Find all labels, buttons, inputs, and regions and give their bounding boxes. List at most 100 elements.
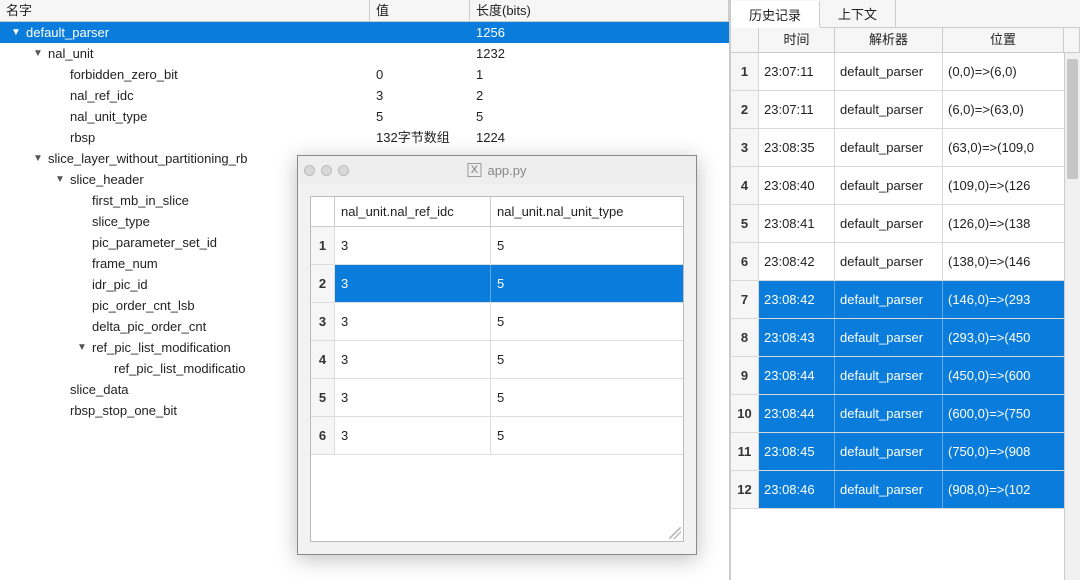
- history-row-index: 4: [731, 167, 759, 204]
- tree-header-value[interactable]: 值: [370, 0, 470, 21]
- scrollbar-vertical[interactable]: [1064, 53, 1080, 580]
- popup-header-col2[interactable]: nal_unit.nal_unit_type: [491, 197, 683, 226]
- popup-row-index: 1: [311, 227, 335, 264]
- popup-row-index: 3: [311, 303, 335, 340]
- tree-header-name[interactable]: 名字: [0, 0, 370, 21]
- tabs: 历史记录 上下文: [731, 0, 1080, 28]
- chevron-down-icon[interactable]: ▼: [10, 22, 22, 43]
- tree-row[interactable]: ▼nal_unit1232: [0, 43, 729, 64]
- popup-row-c2: 5: [491, 341, 683, 378]
- history-row-index: 3: [731, 129, 759, 166]
- history-row-index: 6: [731, 243, 759, 280]
- history-row-position: (750,0)=>(908: [943, 433, 1080, 470]
- chevron-down-icon[interactable]: ▼: [32, 148, 44, 169]
- history-row-position: (6,0)=>(63,0): [943, 91, 1080, 128]
- history-row-parser: default_parser: [835, 319, 943, 356]
- tree-node-value: [370, 22, 470, 43]
- history-row[interactable]: 823:08:43default_parser(293,0)=>(450: [731, 319, 1080, 357]
- tree-row[interactable]: ▼rbsp132字节数组1224: [0, 127, 729, 148]
- tree-node-name: nal_unit_type: [66, 106, 147, 127]
- popup-row-c1: 3: [335, 379, 491, 416]
- popup-row-index: 5: [311, 379, 335, 416]
- popup-row[interactable]: 335: [311, 303, 683, 341]
- tree-node-name: delta_pic_order_cnt: [88, 316, 206, 337]
- history-row-time: 23:08:44: [759, 395, 835, 432]
- chevron-down-icon[interactable]: ▼: [76, 337, 88, 358]
- history-row-parser: default_parser: [835, 53, 943, 90]
- history-row-position: (109,0)=>(126: [943, 167, 1080, 204]
- history-row[interactable]: 1023:08:44default_parser(600,0)=>(750: [731, 395, 1080, 433]
- history-row-time: 23:08:40: [759, 167, 835, 204]
- history-row[interactable]: 323:08:35default_parser(63,0)=>(109,0: [731, 129, 1080, 167]
- tree-node-length: 1232: [470, 43, 729, 64]
- tree-row[interactable]: ▼forbidden_zero_bit01: [0, 64, 729, 85]
- tree-node-length: 1256: [470, 22, 729, 43]
- popup-header-index[interactable]: [311, 197, 335, 226]
- tree-header-length[interactable]: 长度(bits): [470, 0, 729, 21]
- history-row[interactable]: 623:08:42default_parser(138,0)=>(146: [731, 243, 1080, 281]
- popup-row[interactable]: 535: [311, 379, 683, 417]
- history-row[interactable]: 523:08:41default_parser(126,0)=>(138: [731, 205, 1080, 243]
- tree-node-value: [370, 43, 470, 64]
- history-row-position: (126,0)=>(138: [943, 205, 1080, 242]
- history-row-parser: default_parser: [835, 167, 943, 204]
- history-row-position: (63,0)=>(109,0: [943, 129, 1080, 166]
- popup-titlebar[interactable]: X app.py: [298, 156, 696, 184]
- window-minimize-icon[interactable]: [321, 165, 332, 176]
- history-row[interactable]: 123:07:11default_parser(0,0)=>(6,0): [731, 53, 1080, 91]
- history-row-index: 9: [731, 357, 759, 394]
- history-row[interactable]: 1123:08:45default_parser(750,0)=>(908: [731, 433, 1080, 471]
- popup-row[interactable]: 135: [311, 227, 683, 265]
- tree-row[interactable]: ▼nal_unit_type55: [0, 106, 729, 127]
- history-row-parser: default_parser: [835, 433, 943, 470]
- tree-node-value: 3: [370, 85, 470, 106]
- tree-node-name: slice_type: [88, 211, 150, 232]
- history-row-parser: default_parser: [835, 205, 943, 242]
- history-row-index: 1: [731, 53, 759, 90]
- history-row[interactable]: 1223:08:46default_parser(908,0)=>(102: [731, 471, 1080, 509]
- tree-node-name: pic_order_cnt_lsb: [88, 295, 195, 316]
- popup-window[interactable]: X app.py nal_unit.nal_ref_idc nal_unit.n…: [297, 155, 697, 555]
- popup-row[interactable]: 235: [311, 265, 683, 303]
- history-header-position[interactable]: 位置: [943, 28, 1064, 52]
- popup-row[interactable]: 435: [311, 341, 683, 379]
- popup-title: app.py: [487, 163, 526, 178]
- popup-header-col1[interactable]: nal_unit.nal_ref_idc: [335, 197, 491, 226]
- tree-node-name: idr_pic_id: [88, 274, 148, 295]
- history-row-time: 23:08:35: [759, 129, 835, 166]
- popup-row-c1: 3: [335, 303, 491, 340]
- tree-row[interactable]: ▼nal_ref_idc32: [0, 85, 729, 106]
- history-row-time: 23:08:42: [759, 243, 835, 280]
- window-zoom-icon[interactable]: [338, 165, 349, 176]
- history-header-parser[interactable]: 解析器: [835, 28, 943, 52]
- history-header-time[interactable]: 时间: [759, 28, 835, 52]
- history-row[interactable]: 723:08:42default_parser(146,0)=>(293: [731, 281, 1080, 319]
- history-row-time: 23:08:45: [759, 433, 835, 470]
- tree-node-value: 5: [370, 106, 470, 127]
- tab-history[interactable]: 历史记录: [731, 1, 820, 28]
- history-row-parser: default_parser: [835, 281, 943, 318]
- history-row[interactable]: 423:08:40default_parser(109,0)=>(126: [731, 167, 1080, 205]
- history-row-index: 7: [731, 281, 759, 318]
- history-row[interactable]: 923:08:44default_parser(450,0)=>(600: [731, 357, 1080, 395]
- tree-node-name: slice_layer_without_partitioning_rb: [44, 148, 247, 169]
- tab-context[interactable]: 上下文: [820, 0, 896, 27]
- history-body[interactable]: 123:07:11default_parser(0,0)=>(6,0)223:0…: [731, 53, 1080, 580]
- tree-row[interactable]: ▼default_parser1256: [0, 22, 729, 43]
- window-close-icon[interactable]: [304, 165, 315, 176]
- chevron-down-icon[interactable]: ▼: [54, 169, 66, 190]
- history-row[interactable]: 223:07:11default_parser(6,0)=>(63,0): [731, 91, 1080, 129]
- history-header-index[interactable]: [731, 28, 759, 52]
- history-row-time: 23:08:42: [759, 281, 835, 318]
- history-row-parser: default_parser: [835, 471, 943, 508]
- history-row-index: 2: [731, 91, 759, 128]
- scrollbar-thumb[interactable]: [1067, 59, 1078, 179]
- tree-node-name: ref_pic_list_modification: [88, 337, 231, 358]
- tree-node-name: rbsp: [66, 127, 95, 148]
- chevron-down-icon[interactable]: ▼: [32, 43, 44, 64]
- history-row-time: 23:07:11: [759, 53, 835, 90]
- popup-row[interactable]: 635: [311, 417, 683, 455]
- history-row-position: (908,0)=>(102: [943, 471, 1080, 508]
- tree-node-name: ref_pic_list_modificatio: [110, 358, 246, 379]
- popup-row-c1: 3: [335, 341, 491, 378]
